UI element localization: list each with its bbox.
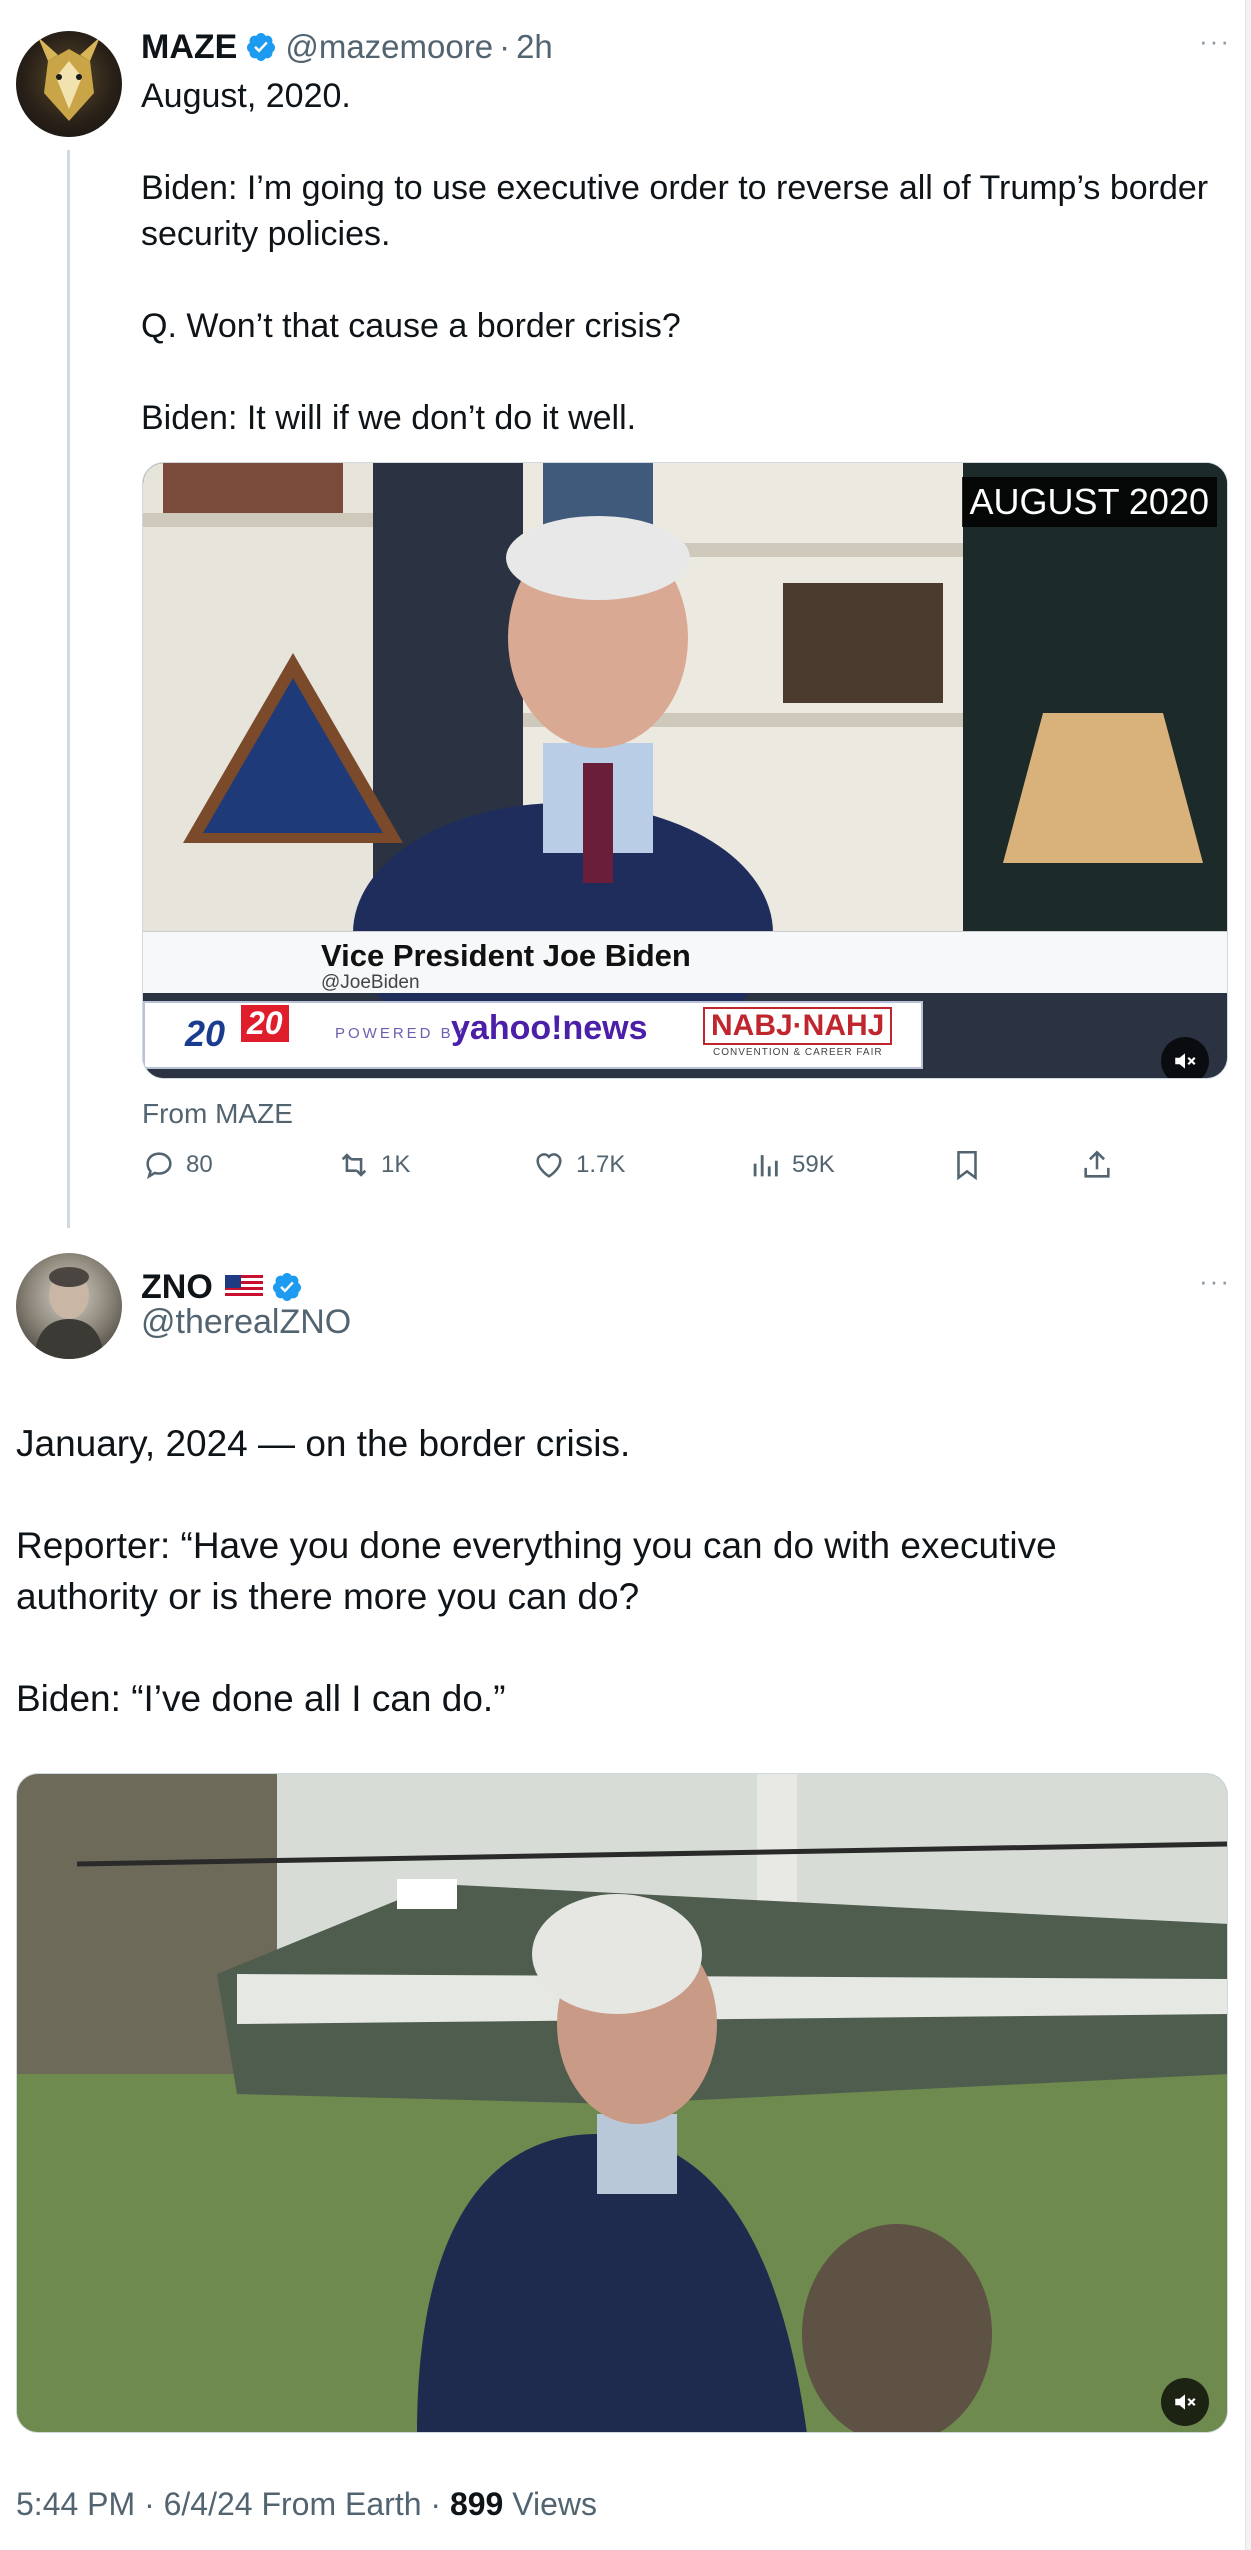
repost-icon [341, 1153, 367, 1177]
heart-icon [536, 1153, 562, 1178]
more-options-button[interactable]: ··· [1199, 26, 1231, 57]
tweet-paragraph: Biden: It will if we don’t do it well. [141, 399, 637, 437]
bookmark-button[interactable] [950, 1148, 994, 1182]
muted-speaker-icon [1175, 1053, 1196, 1069]
like-count: 1.7K [576, 1151, 626, 1178]
tweet-paragraph: Reporter: “Have you done everything you … [16, 1525, 1057, 1617]
video-corner-caption: AUGUST 2020 [961, 477, 1217, 527]
views-count: 59K [792, 1151, 835, 1178]
thread-connector-line [67, 150, 70, 1228]
tweet-paragraph: Biden: “I’ve done all I can do.” [16, 1678, 506, 1719]
avatar-zno[interactable] [16, 1253, 122, 1359]
video-player[interactable]: AUGUST 2020 Vice President Joe Biden @Jo… [142, 462, 1228, 1079]
ticker-yahoo-logo: yahoo!news [451, 1009, 648, 1047]
post-date[interactable]: 6/4/24 [164, 2486, 253, 2522]
tweet-metadata: 5:44 PM · 6/4/24 From Earth · 899 Views [16, 2486, 597, 2523]
tweet-text: January, 2024 — on the border crisis. Re… [16, 1418, 1196, 1724]
share-icon [1084, 1150, 1110, 1178]
video-lower-third: Vice President Joe Biden @JoeBiden [143, 931, 1227, 993]
muted-speaker-icon [1175, 2394, 1196, 2410]
ticker-nabj-subtitle: CONVENTION & CAREER FAIR [713, 1047, 883, 1058]
author-name[interactable]: MAZE [141, 28, 237, 67]
share-button[interactable] [1080, 1148, 1124, 1182]
mute-toggle-button[interactable] [1161, 1037, 1209, 1078]
video-source-label[interactable]: From MAZE [142, 1098, 293, 1130]
verified-badge-icon [272, 1273, 301, 1301]
profile-photo-icon [34, 1267, 104, 1359]
views-button[interactable]: 59K [748, 1148, 835, 1182]
video-frame [17, 1774, 1227, 2432]
post-time[interactable]: 5:44 PM [16, 2486, 135, 2522]
quoted-tweet-maze[interactable]: MAZE @mazemoore · 2h ··· August, 2020. B… [0, 0, 1251, 1230]
video-player[interactable] [16, 1773, 1228, 2433]
us-flag-icon [224, 1275, 263, 1299]
tweet-text: August, 2020. Biden: I’m going to use ex… [141, 73, 1221, 441]
tweet-paragraph: Q. Won’t that cause a border crisis? [141, 307, 681, 345]
verified-badge-icon [247, 33, 276, 61]
ticker-nabj-logo: NABJ·NAHJ [703, 1007, 893, 1045]
author-handle[interactable]: @therealZNO [141, 1303, 351, 1342]
author-name[interactable]: ZNO [141, 1268, 213, 1307]
reply-icon [146, 1152, 172, 1180]
view-count[interactable]: 899 [450, 2486, 503, 2522]
dog-logo-icon [38, 37, 100, 121]
avatar-maze[interactable] [16, 31, 122, 137]
tweet-paragraph: January, 2024 — on the border crisis. [16, 1423, 631, 1464]
video-ticker-banner: 20 20 POWERED BY yahoo!news NABJ·NAHJ CO… [143, 1001, 923, 1069]
separator-dot: · [430, 2486, 442, 2522]
tweet-time[interactable]: 2h [516, 28, 553, 66]
ticker-powered-by: POWERED BY [335, 1025, 467, 1042]
repost-button[interactable]: 1K [337, 1148, 410, 1182]
tweet-action-bar: 80 1K 1.7K 59K [142, 1148, 1142, 1196]
lower-third-handle: @JoeBiden [321, 972, 420, 993]
separator-dot: · [144, 2486, 155, 2522]
reply-count: 80 [186, 1151, 213, 1178]
author-handle[interactable]: @mazemoore [285, 28, 493, 66]
tweet-header: MAZE @mazemoore · 2h [141, 24, 553, 70]
repost-count: 1K [381, 1151, 411, 1178]
post-source: From Earth [261, 2486, 422, 2522]
analytics-icon [753, 1155, 778, 1177]
like-button[interactable]: 1.7K [532, 1148, 625, 1182]
tweet-paragraph: Biden: I’m going to use executive order … [141, 169, 1209, 253]
lower-third-name: Vice President Joe Biden [321, 938, 691, 973]
tweet-paragraph: August, 2020. [141, 77, 351, 115]
ticker-year-right: 20 [241, 1005, 289, 1042]
ticker-year-left: 20 [185, 1013, 226, 1054]
more-options-button[interactable]: ··· [1199, 1266, 1231, 1297]
views-label: Views [512, 2486, 597, 2522]
separator-dot: · [499, 28, 511, 65]
mute-toggle-button[interactable] [1161, 2378, 1209, 2426]
reply-button[interactable]: 80 [142, 1148, 213, 1182]
bookmark-icon [957, 1150, 977, 1181]
